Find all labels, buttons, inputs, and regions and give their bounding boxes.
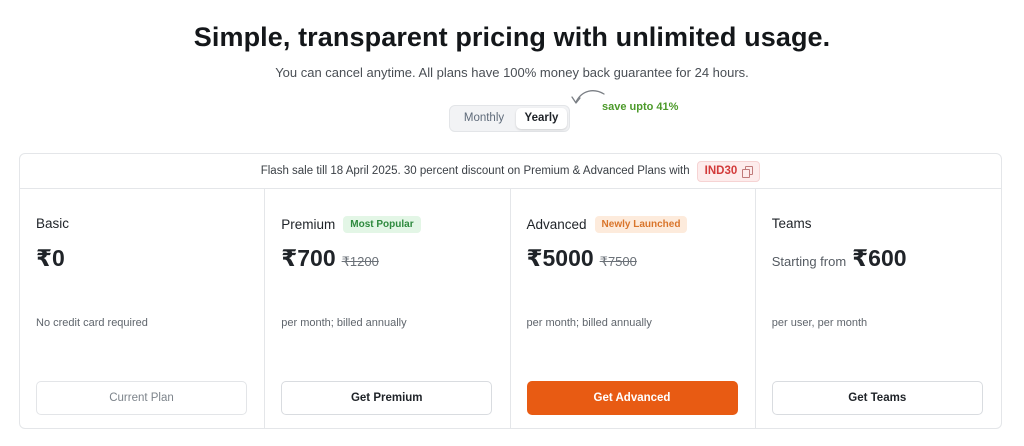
page-subtitle: You can cancel anytime. All plans have 1… [275,65,749,80]
plan-name-label: Premium [281,217,336,232]
plan-card-premium: Premium Most Popular ₹700 ₹1200 per mont… [265,189,511,429]
get-advanced-button[interactable]: Get Advanced [526,381,738,415]
coupon-code[interactable]: IND30 [696,160,761,182]
flash-sale-banner: Flash sale till 18 April 2025. 30 percen… [20,154,1001,189]
page-title: Simple, transparent pricing with unlimit… [193,22,831,52]
plan-name-label: Basic [36,216,70,231]
price-row: ₹700 ₹1200 [281,245,379,272]
divider [772,428,983,429]
current-plan-button[interactable]: Current Plan [36,381,247,415]
coupon-code-label: IND30 [704,165,738,177]
original-price: ₹1200 [341,254,379,269]
plan-price: ₹0 [36,245,65,271]
plan-name: Basic [36,216,69,231]
banner-text: Flash sale till 18 April 2025. 30 percen… [260,165,690,177]
plan-name: Teams [772,216,812,231]
price-row: ₹0 [36,245,65,272]
price-prefix: Starting from [771,254,847,269]
price-note: per month; billed annually [281,317,407,329]
newly-launched-badge: Newly Launched [594,216,688,233]
plan-name: Premium Most Popular [281,216,421,233]
toggle-monthly[interactable]: Monthly [452,108,516,129]
plan-price: ₹5000 [526,245,594,271]
plan-name-label: Teams [771,216,812,231]
save-note: save upto 41% [602,101,679,113]
price-note: per user, per month [771,317,868,329]
toggle-yearly[interactable]: Yearly [516,108,567,129]
plan-card-advanced: Advanced Newly Launched ₹5000 ₹7500 per … [511,189,756,429]
plans-container: Flash sale till 18 April 2025. 30 percen… [19,153,1002,429]
price-note: per month; billed annually [526,317,652,329]
divider [36,428,247,429]
pricing-page: Simple, transparent pricing with unlimit… [0,0,1024,446]
copy-icon[interactable] [742,166,754,178]
plan-card-basic: Basic ₹0 No credit card required Current… [20,189,266,429]
billing-toggle: Monthly Yearly [449,105,570,132]
divider [281,428,492,429]
plan-price: ₹700 [281,245,336,271]
price-row: Starting from ₹600 [772,245,907,272]
get-teams-button[interactable]: Get Teams [771,381,983,415]
plan-columns: Basic ₹0 No credit card required Current… [20,189,1001,429]
plan-price: ₹600 [852,245,907,271]
plan-card-teams: Teams Starting from ₹600 per user, per m… [756,189,1001,429]
get-premium-button[interactable]: Get Premium [281,381,493,415]
plan-name-label: Advanced [526,217,587,232]
divider [527,428,738,429]
price-note: No credit card required [36,317,148,329]
original-price: ₹7500 [599,254,637,269]
plan-name: Advanced Newly Launched [527,216,688,233]
price-row: ₹5000 ₹7500 [527,245,637,272]
most-popular-badge: Most Popular [343,216,421,233]
